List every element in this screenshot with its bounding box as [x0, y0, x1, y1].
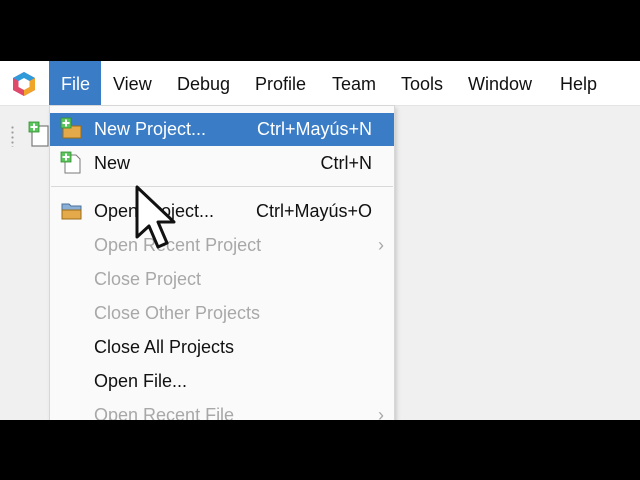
menu-item-close-all-projects[interactable]: Close All Projects [50, 331, 394, 364]
menu-item-close-project[interactable]: Close Project [50, 263, 394, 296]
menu-item-shortcut: Ctrl+Mayús+N [256, 119, 372, 139]
new-project-icon[interactable] [28, 121, 50, 147]
submenu-arrow-icon: › [378, 405, 384, 420]
menu-item-open-recent-file[interactable]: Open Recent File › [50, 399, 394, 420]
menu-tools[interactable]: Tools [389, 61, 455, 105]
menu-item-label: Open Recent Project [94, 235, 262, 255]
menu-window[interactable]: Window [456, 61, 544, 105]
menu-item-new-project[interactable]: New Project... Ctrl+Mayús+N [50, 113, 394, 146]
new-file-icon [60, 151, 81, 174]
toolbar-grip[interactable] [11, 125, 14, 147]
menu-separator [51, 186, 393, 187]
menu-debug[interactable]: Debug [165, 61, 242, 105]
menu-item-open-project[interactable]: Open Project... Ctrl+Mayús+O [50, 195, 394, 228]
menu-view[interactable]: View [101, 61, 164, 105]
netbeans-cube-icon[interactable] [10, 70, 38, 98]
menu-profile[interactable]: Profile [243, 61, 318, 105]
menu-item-label: Open Project... [94, 201, 215, 221]
menu-item-shortcut: Ctrl+N [320, 153, 372, 173]
menu-item-label: Close All Projects [94, 337, 235, 357]
menu-item-label: New Project... [94, 119, 207, 139]
menu-team[interactable]: Team [320, 61, 388, 105]
menu-item-label: New [94, 153, 131, 173]
menu-item-new-file[interactable]: New Ctrl+N [50, 147, 394, 180]
menu-item-open-recent-project[interactable]: Open Recent Project › [50, 229, 394, 262]
menu-item-open-file[interactable]: Open File... [50, 365, 394, 398]
new-project-icon [60, 117, 82, 139]
menu-bar: File View Debug Profile Team Tools Windo… [0, 61, 640, 106]
menu-item-label: Open Recent File [94, 405, 235, 420]
menu-file[interactable]: File [49, 61, 101, 105]
file-menu-dropdown: New Project... Ctrl+Mayús+N New Ctrl+N O… [49, 105, 395, 420]
submenu-arrow-icon: › [378, 235, 384, 255]
menu-item-shortcut: Ctrl+Mayús+O [255, 201, 372, 221]
ide-window: File View Debug Profile Team Tools Windo… [0, 61, 640, 420]
menu-item-label: Close Other Projects [94, 303, 261, 323]
open-project-icon [61, 203, 82, 220]
menu-help[interactable]: Help [548, 61, 609, 105]
menu-item-close-other-projects[interactable]: Close Other Projects [50, 297, 394, 330]
menu-item-label: Open File... [94, 371, 188, 391]
menu-item-label: Close Project [94, 269, 202, 289]
